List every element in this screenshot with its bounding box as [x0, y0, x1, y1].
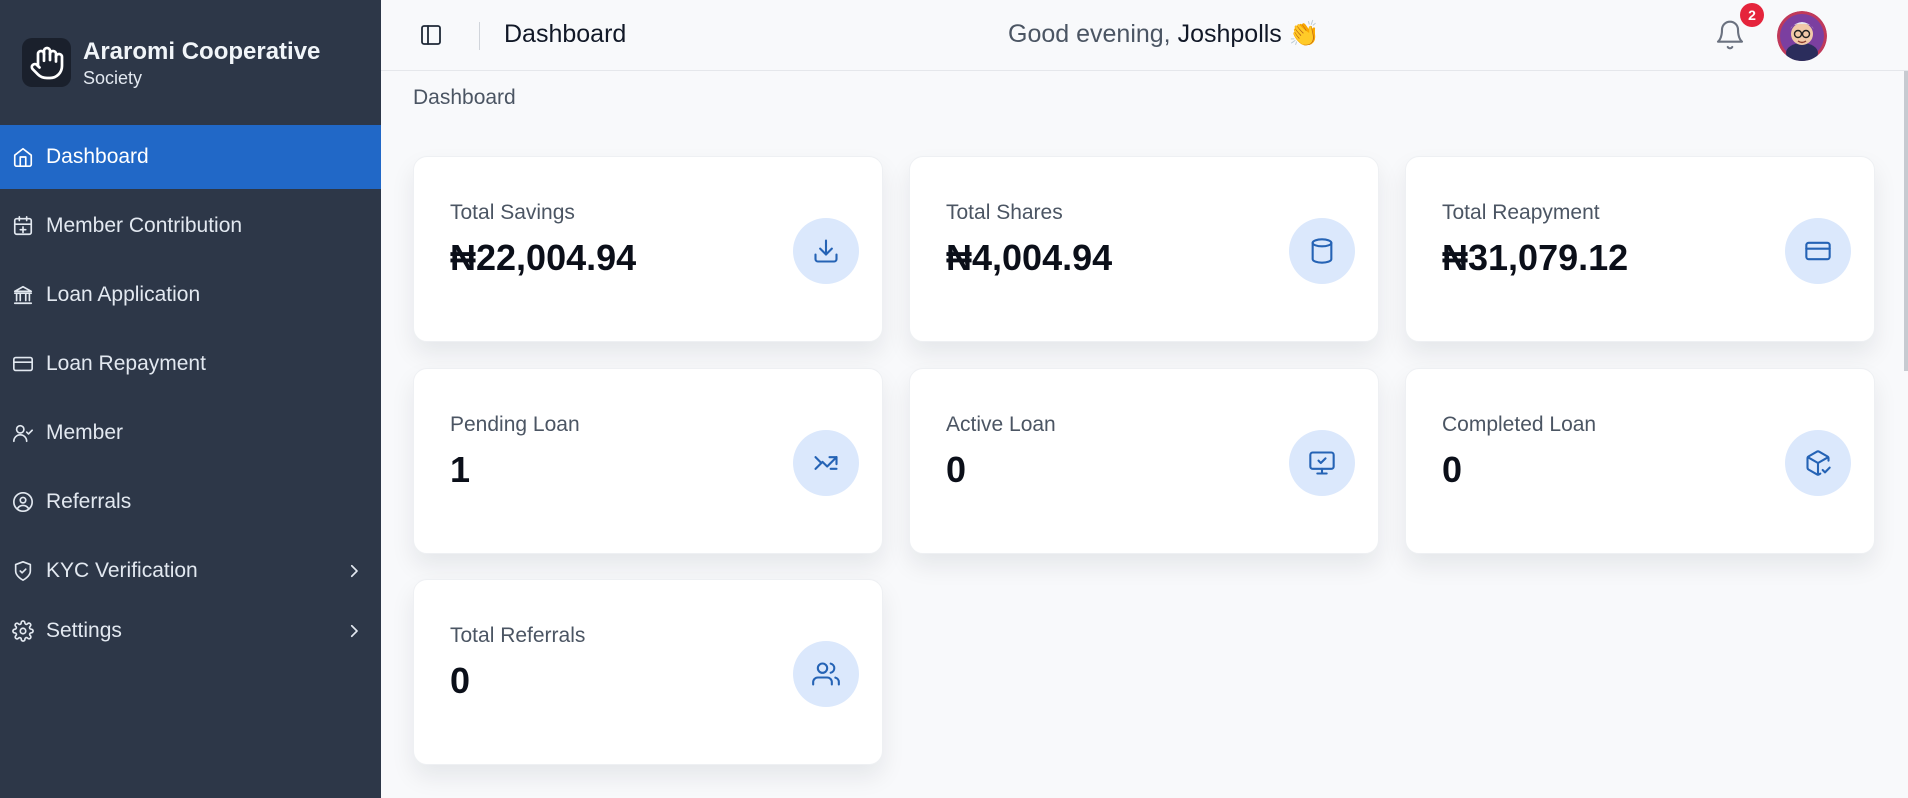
users-icon [793, 641, 859, 707]
download-icon [793, 218, 859, 284]
stat-value: 0 [450, 660, 471, 701]
sidebar-item-label: KYC Verification [46, 559, 198, 582]
sidebar-item-label: Loan Repayment [46, 352, 206, 375]
greeting: Good evening, Joshpolls 👏 [1008, 20, 1320, 49]
stat-card-total-savings: Total Savings ₦22,004.94 [413, 156, 883, 342]
stat-card-active-loan: Active Loan 0 [909, 368, 1379, 554]
stat-card-completed-loan: Completed Loan 0 [1405, 368, 1875, 554]
notifications-button[interactable] [1714, 18, 1746, 52]
shield-check-icon [12, 560, 34, 582]
stat-card-total-repayment: Total Reapyment ₦31,079.12 [1405, 156, 1875, 342]
brand-name: Araromi Cooperative [83, 37, 321, 65]
avatar-image [1777, 11, 1827, 61]
sidebar-item-dashboard[interactable]: Dashboard [0, 125, 381, 189]
gear-icon [12, 620, 34, 642]
scrollbar[interactable] [1904, 71, 1908, 371]
stat-label: Completed Loan [1442, 413, 1597, 436]
stat-value: 0 [946, 449, 967, 490]
brand-subtitle: Society [83, 67, 143, 88]
sidebar-item-settings[interactable]: Settings [0, 599, 381, 663]
stat-label: Total Referrals [450, 624, 586, 647]
bell-icon [1716, 20, 1744, 50]
sidebar-item-kyc-verification[interactable]: KYC Verification [0, 539, 381, 603]
chevron-right-icon [345, 562, 363, 580]
user-circle-icon [12, 491, 34, 513]
bank-icon [12, 284, 34, 306]
trending-icon [793, 430, 859, 496]
avatar[interactable] [1777, 11, 1827, 61]
stat-value: ₦22,004.94 [450, 237, 637, 278]
stat-value: 1 [450, 449, 471, 490]
database-icon [1289, 218, 1355, 284]
sidebar-item-member-contribution[interactable]: Member Contribution [0, 194, 381, 258]
monitor-check-icon [1289, 430, 1355, 496]
package-check-icon [1785, 430, 1851, 496]
stat-label: Pending Loan [450, 413, 580, 436]
home-icon [12, 146, 34, 168]
sidebar-item-member[interactable]: Member [0, 401, 381, 465]
brand[interactable]: Araromi Cooperative Society [0, 0, 381, 125]
breadcrumb[interactable]: Dashboard [413, 86, 516, 110]
sidebar: Araromi Cooperative Society Dashboard Me… [0, 0, 381, 798]
credit-card-icon [12, 353, 34, 375]
stat-card-total-referrals: Total Referrals 0 [413, 579, 883, 765]
sidebar-item-label: Loan Application [46, 283, 201, 306]
sidebar-item-label: Member Contribution [46, 214, 243, 237]
greeting-text: Good evening, [1008, 20, 1171, 48]
sidebar-item-label: Member [46, 421, 124, 444]
sidebar-toggle-button[interactable] [418, 22, 444, 48]
top-bar: Dashboard Good evening, Joshpolls 👏 2 [381, 0, 1908, 71]
sidebar-item-label: Referrals [46, 490, 132, 513]
stat-card-total-shares: Total Shares ₦4,004.94 [909, 156, 1379, 342]
notification-badge: 2 [1740, 3, 1764, 27]
sidebar-item-loan-repayment[interactable]: Loan Repayment [0, 332, 381, 396]
hand-logo-icon [22, 38, 71, 87]
stat-label: Total Reapyment [1442, 201, 1600, 224]
divider [479, 22, 480, 50]
sidebar-item-loan-application[interactable]: Loan Application [0, 263, 381, 327]
stat-value: ₦31,079.12 [1442, 237, 1629, 278]
stat-label: Active Loan [946, 413, 1056, 436]
clapping-hands-emoji: 👏 [1288, 20, 1320, 48]
stat-label: Total Savings [450, 201, 575, 224]
sidebar-item-label: Dashboard [46, 145, 149, 168]
calendar-plus-icon [12, 215, 34, 237]
credit-card-icon [1785, 218, 1851, 284]
sidebar-item-referrals[interactable]: Referrals [0, 470, 381, 534]
sidebar-item-label: Settings [46, 619, 122, 642]
panel-left-icon [421, 25, 441, 45]
page-title: Dashboard [504, 20, 627, 48]
stat-label: Total Shares [946, 201, 1063, 224]
stat-value: ₦4,004.94 [946, 237, 1113, 278]
sidebar-nav: Dashboard Member Contribution Loan Appli… [0, 125, 381, 663]
greeting-user-name: Joshpolls [1177, 20, 1282, 48]
chevron-right-icon [345, 622, 363, 640]
user-check-icon [12, 422, 34, 444]
stat-card-pending-loan: Pending Loan 1 [413, 368, 883, 554]
stat-value: 0 [1442, 449, 1463, 490]
